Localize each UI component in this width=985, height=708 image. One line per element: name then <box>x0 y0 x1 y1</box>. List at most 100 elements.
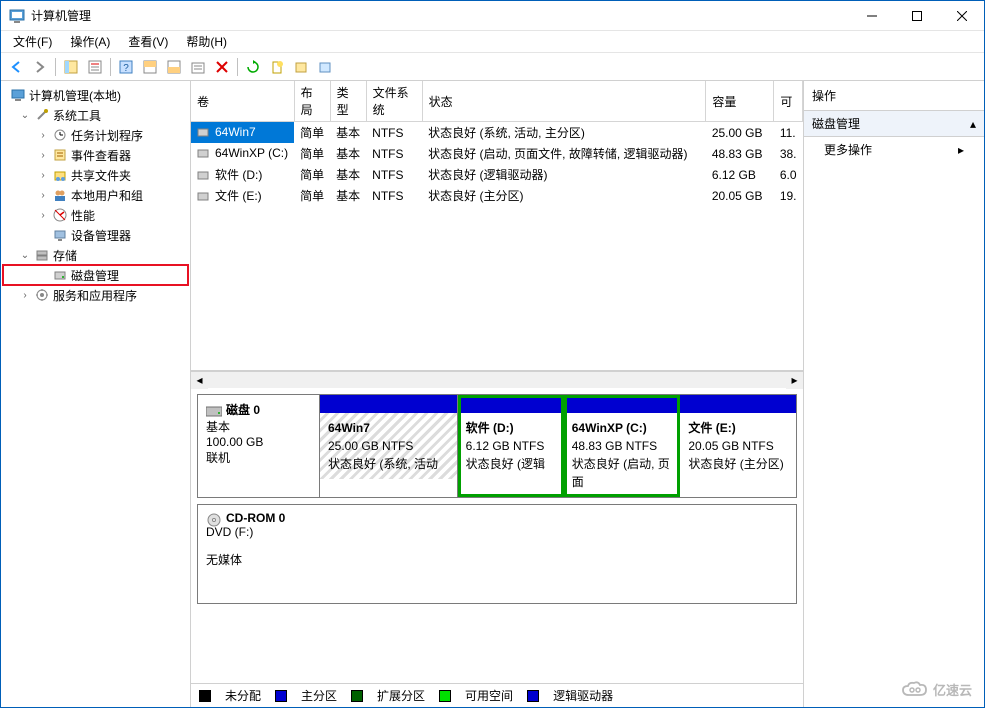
tree-systools[interactable]: ⌄ 系统工具 <box>3 105 188 125</box>
partition[interactable]: 文件 (E:)20.05 GB NTFS状态良好 (主分区) <box>680 395 796 497</box>
tree-label: 设备管理器 <box>71 227 131 244</box>
show-hide-tree-button[interactable] <box>60 56 82 78</box>
expander-icon[interactable]: › <box>37 210 49 221</box>
volume-row[interactable]: 64WinXP (C:) 简单基本NTFS状态良好 (启动, 页面文件, 故障转… <box>191 143 803 164</box>
volume-icon <box>197 169 211 183</box>
actions-more[interactable]: 更多操作 ▸ <box>804 137 984 162</box>
watermark: 亿速云 <box>901 680 972 699</box>
toolbar: ? <box>1 53 984 81</box>
volume-icon <box>197 147 211 161</box>
delete-button[interactable] <box>211 56 233 78</box>
tree-label: 共享文件夹 <box>71 167 131 184</box>
cloud-icon <box>901 681 929 699</box>
volume-row[interactable]: 64Win7 简单基本NTFS状态良好 (系统, 活动, 主分区)25.00 G… <box>191 122 803 144</box>
menu-action[interactable]: 操作(A) <box>62 31 118 52</box>
col-type[interactable]: 类型 <box>330 81 366 122</box>
nav-tree: 计算机管理(本地) ⌄ 系统工具 › 任务计划程序 › 事件查看器 › 共享文件… <box>1 81 191 707</box>
tree-diskmgmt[interactable]: › 磁盘管理 <box>3 265 188 285</box>
folder-share-icon <box>52 167 68 183</box>
tree-label: 系统工具 <box>53 107 101 124</box>
expander-icon[interactable]: › <box>37 190 49 201</box>
tree-tasksched[interactable]: › 任务计划程序 <box>3 125 188 145</box>
col-free[interactable]: 可 <box>774 81 803 122</box>
close-button[interactable] <box>939 1 984 30</box>
scroll-right-icon[interactable]: ▸ <box>786 372 803 389</box>
users-icon <box>52 187 68 203</box>
tree-label: 任务计划程序 <box>71 127 143 144</box>
cdrom-icon <box>206 513 222 525</box>
partition[interactable]: 软件 (D:)6.12 GB NTFS状态良好 (逻辑 <box>458 395 564 497</box>
properties-button[interactable] <box>84 56 106 78</box>
swatch-extended <box>351 690 363 702</box>
actions-header: 操作 <box>804 81 984 111</box>
partition[interactable]: 64WinXP (C:)48.83 GB NTFS状态良好 (启动, 页面 <box>564 395 681 497</box>
action2-button[interactable] <box>290 56 312 78</box>
col-layout[interactable]: 布局 <box>294 81 330 122</box>
disk-icon <box>52 267 68 283</box>
refresh-button[interactable] <box>242 56 264 78</box>
expander-icon[interactable]: ⌄ <box>19 250 31 261</box>
actions-category[interactable]: 磁盘管理 ▴ <box>804 111 984 137</box>
disk-row[interactable]: 磁盘 0 基本 100.00 GB 联机 64Win725.00 GB NTFS… <box>197 394 797 498</box>
window-title: 计算机管理 <box>31 7 849 24</box>
col-fs[interactable]: 文件系统 <box>366 81 422 122</box>
expander-icon[interactable]: › <box>19 290 31 301</box>
expander-icon[interactable]: › <box>37 150 49 161</box>
actions-pane: 操作 磁盘管理 ▴ 更多操作 ▸ <box>804 81 984 707</box>
svg-text:?: ? <box>123 63 129 74</box>
tree-services[interactable]: › 服务和应用程序 <box>3 285 188 305</box>
volume-row[interactable]: 文件 (E:) 简单基本NTFS状态良好 (主分区)20.05 GB19. <box>191 185 803 206</box>
computer-icon <box>10 87 26 103</box>
services-icon <box>34 287 50 303</box>
tools-icon <box>34 107 50 123</box>
tree-label: 计算机管理(本地) <box>29 87 121 104</box>
volume-row[interactable]: 软件 (D:) 简单基本NTFS状态良好 (逻辑驱动器)6.12 GB6.0 <box>191 164 803 185</box>
event-icon <box>52 147 68 163</box>
clock-icon <box>52 127 68 143</box>
partition[interactable]: 64Win725.00 GB NTFS状态良好 (系统, 活动 <box>320 395 458 497</box>
hscrollbar[interactable]: ◂ ▸ <box>191 371 803 388</box>
swatch-logical <box>527 690 539 702</box>
view-top-button[interactable] <box>139 56 161 78</box>
disk-header[interactable]: 磁盘 0 基本 100.00 GB 联机 <box>198 395 320 497</box>
volume-list: 卷 布局 类型 文件系统 状态 容量 可 64Win7 简单基本NTFS状态良好… <box>191 81 803 371</box>
col-status[interactable]: 状态 <box>422 81 706 122</box>
tree-label: 存储 <box>53 247 77 264</box>
tree-localusers[interactable]: › 本地用户和组 <box>3 185 188 205</box>
menu-view[interactable]: 查看(V) <box>120 31 176 52</box>
tree-label: 性能 <box>71 207 95 224</box>
tree-sharedfolders[interactable]: › 共享文件夹 <box>3 165 188 185</box>
forward-button[interactable] <box>29 56 51 78</box>
minimize-button[interactable] <box>849 1 894 30</box>
disk-header[interactable]: CD-ROM 0 DVD (F:) 无媒体 <box>198 505 796 603</box>
menu-file[interactable]: 文件(F) <box>5 31 60 52</box>
tree-label: 磁盘管理 <box>71 267 119 284</box>
tree-devicemgr[interactable]: › 设备管理器 <box>3 225 188 245</box>
help-button[interactable]: ? <box>115 56 137 78</box>
col-volume[interactable]: 卷 <box>191 81 294 122</box>
tree-storage[interactable]: ⌄ 存储 <box>3 245 188 265</box>
expander-icon[interactable]: › <box>37 170 49 181</box>
back-button[interactable] <box>5 56 27 78</box>
menu-help[interactable]: 帮助(H) <box>178 31 235 52</box>
app-icon <box>9 8 25 24</box>
swatch-free <box>439 690 451 702</box>
col-capacity[interactable]: 容量 <box>706 81 774 122</box>
scroll-left-icon[interactable]: ◂ <box>191 372 208 389</box>
expander-icon[interactable]: ⌄ <box>19 110 31 121</box>
action3-button[interactable] <box>314 56 336 78</box>
device-icon <box>52 227 68 243</box>
tree-label: 事件查看器 <box>71 147 131 164</box>
disk-row[interactable]: CD-ROM 0 DVD (F:) 无媒体 <box>197 504 797 604</box>
volume-icon <box>197 126 211 140</box>
tree-root[interactable]: 计算机管理(本地) <box>3 85 188 105</box>
new-button[interactable] <box>266 56 288 78</box>
settings-button[interactable] <box>187 56 209 78</box>
expander-icon[interactable]: › <box>37 130 49 141</box>
maximize-button[interactable] <box>894 1 939 30</box>
view-bottom-button[interactable] <box>163 56 185 78</box>
collapse-icon: ▴ <box>970 117 976 131</box>
tree-performance[interactable]: › 性能 <box>3 205 188 225</box>
tree-eventviewer[interactable]: › 事件查看器 <box>3 145 188 165</box>
tree-label: 服务和应用程序 <box>53 287 137 304</box>
